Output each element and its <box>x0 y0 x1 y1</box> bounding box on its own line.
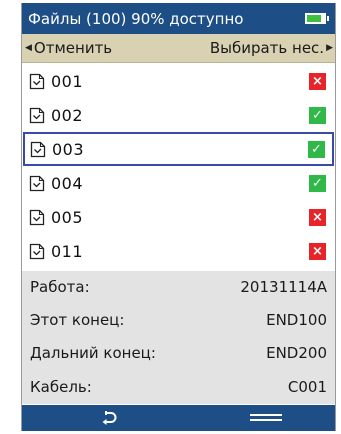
file-row[interactable]: 001 × <box>22 64 335 98</box>
file-name: 004 <box>51 173 84 193</box>
file-name: 003 <box>52 139 85 159</box>
status-icon: × <box>309 208 326 226</box>
document-icon <box>29 73 45 89</box>
far-end-label: Дальний конец: <box>30 344 156 362</box>
this-end-label: Этот конец: <box>30 311 125 329</box>
far-end-row: Дальний конец: END200 <box>22 339 335 367</box>
cable-row: Кабель: C001 <box>22 373 335 401</box>
document-icon <box>29 243 45 259</box>
document-icon <box>30 141 46 157</box>
document-icon <box>29 107 45 123</box>
file-name: 002 <box>51 105 84 125</box>
file-row[interactable]: 011 × <box>22 234 335 268</box>
cable-label: Кабель: <box>30 378 92 396</box>
job-value: 20131114A <box>240 278 327 296</box>
file-row-selected[interactable]: 003 ✓ <box>23 132 334 166</box>
document-icon <box>29 175 45 191</box>
status-icon: ✓ <box>309 106 326 124</box>
bottom-bar <box>22 405 335 431</box>
file-row[interactable]: 004 ✓ <box>22 166 335 200</box>
document-icon <box>29 209 45 225</box>
menu-button[interactable] <box>246 408 286 428</box>
menu-icon <box>250 414 282 421</box>
file-name: 005 <box>51 207 84 227</box>
page-title: Файлы (100) 90% доступно <box>28 9 244 28</box>
file-name: 001 <box>51 71 84 91</box>
select-multiple-button[interactable]: Выбирать нес. ▶ <box>210 39 333 57</box>
job-row: Работа: 20131114A <box>22 273 335 301</box>
cable-value: C001 <box>287 378 327 396</box>
status-icon: × <box>309 72 326 90</box>
this-end-value: END100 <box>266 311 327 329</box>
cancel-button[interactable]: ◀ Отменить <box>25 39 112 57</box>
triangle-right-icon: ▶ <box>326 43 333 53</box>
battery-icon <box>305 13 329 24</box>
cancel-button-label: Отменить <box>33 39 113 57</box>
title-bar: Файлы (100) 90% доступно <box>22 3 335 34</box>
status-icon: ✓ <box>309 174 326 192</box>
status-icon: ✓ <box>308 140 325 158</box>
file-name: 011 <box>51 241 84 261</box>
this-end-row: Этот конец: END100 <box>22 306 335 334</box>
file-row[interactable]: 002 ✓ <box>22 98 335 132</box>
softkey-bar: ◀ Отменить Выбирать нес. ▶ <box>22 34 335 63</box>
far-end-value: END200 <box>266 344 327 362</box>
file-row[interactable]: 005 × <box>22 200 335 234</box>
back-button[interactable] <box>94 408 124 428</box>
job-label: Работа: <box>30 278 90 296</box>
file-list: 001 × 002 ✓ 003 ✓ 004 ✓ 005 × 011 × <box>22 64 335 270</box>
device-screen: Файлы (100) 90% доступно ◀ Отменить Выби… <box>21 3 336 431</box>
select-multiple-button-label: Выбирать нес. <box>209 39 325 57</box>
triangle-left-icon: ◀ <box>25 43 32 53</box>
back-arrow-icon <box>102 411 117 425</box>
status-icon: × <box>309 242 326 260</box>
job-info-panel: Работа: 20131114A Этот конец: END100 Дал… <box>22 271 335 404</box>
